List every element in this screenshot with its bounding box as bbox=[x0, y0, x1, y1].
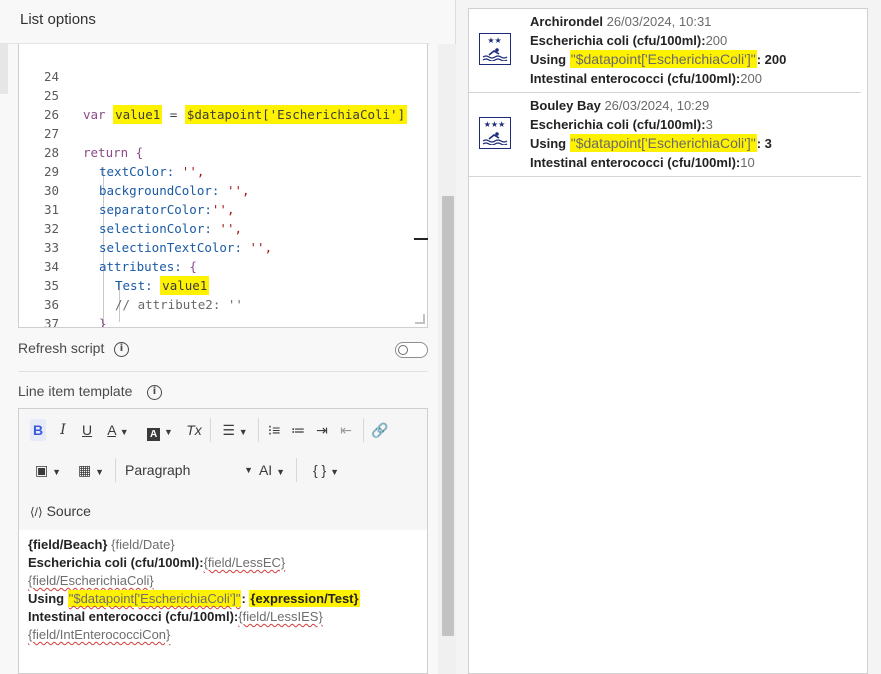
code-line[interactable]: 31 selectionColor: '', bbox=[19, 181, 427, 236]
background-color-button[interactable]: A ▼ bbox=[144, 419, 176, 441]
code-line[interactable]: 30 separatorColor:'', bbox=[19, 162, 427, 217]
paragraph-format-label: Paragraph bbox=[125, 462, 191, 478]
info-icon[interactable]: i bbox=[114, 342, 129, 357]
beach-rating-icon: ★★★ bbox=[479, 117, 511, 149]
align-button[interactable]: ☰ ▼ bbox=[218, 419, 252, 441]
source-icon: ⟨/⟩ bbox=[30, 505, 43, 519]
panel-header: List options bbox=[0, 0, 430, 44]
outdent-icon[interactable]: ⇤ bbox=[337, 419, 355, 441]
code-line[interactable]: 33 attributes: { bbox=[19, 219, 427, 274]
code-line[interactable]: 37 } bbox=[19, 295, 427, 327]
code-line[interactable]: 32 selectionTextColor: '', bbox=[19, 200, 427, 255]
insert-expression-button[interactable]: { } ▼ bbox=[306, 459, 346, 481]
beach-rating-icon: ★★ bbox=[479, 33, 511, 65]
align-left-icon: ☰ bbox=[222, 422, 235, 438]
underline-button[interactable]: U bbox=[80, 419, 94, 441]
code-line[interactable]: 35 // attribute2: '' bbox=[19, 257, 427, 312]
code-line[interactable]: 26 bbox=[19, 86, 427, 122]
chevron-down-icon: ▼ bbox=[238, 427, 248, 437]
chevron-down-icon: ▼ bbox=[52, 467, 62, 477]
chevron-down-icon: ▼ bbox=[276, 467, 286, 477]
code-line[interactable]: 27 return { bbox=[19, 105, 427, 160]
bold-button[interactable]: B bbox=[30, 419, 46, 441]
font-size-button[interactable]: AI ▼ bbox=[255, 459, 289, 481]
toolbar-separator bbox=[363, 418, 364, 442]
swimmer-icon bbox=[482, 132, 508, 145]
code-line[interactable]: 24 bbox=[19, 48, 427, 84]
beach-name: Archirondel bbox=[530, 14, 603, 29]
image-icon: ▣ bbox=[34, 462, 49, 478]
paragraph-format-select[interactable]: Paragraph ▼ bbox=[125, 459, 253, 481]
list-options-panel: List options 24 25 var value1 = $datapoi… bbox=[0, 0, 456, 674]
bulleted-list-icon[interactable]: ⁝≡ bbox=[265, 419, 283, 441]
highlight-icon: A bbox=[147, 428, 161, 441]
template-line: {field/IntEnterococciCon} bbox=[28, 627, 171, 642]
item-date: 26/03/2024, 10:29 bbox=[604, 98, 710, 113]
stars-icon: ★★★ bbox=[483, 120, 506, 129]
source-button[interactable]: ⟨/⟩ Source bbox=[30, 500, 98, 522]
panel-scrollbar-thumb[interactable] bbox=[442, 196, 454, 636]
code-line[interactable]: 28 textColor: '', bbox=[19, 124, 427, 179]
gutter-strip bbox=[0, 44, 8, 94]
template-line: Escherichia coli (cfu/100ml):{field/Less… bbox=[28, 555, 286, 570]
code-line[interactable]: 36 } bbox=[19, 276, 427, 327]
info-icon[interactable]: i bbox=[147, 385, 162, 400]
chevron-down-icon: ▼ bbox=[330, 467, 340, 477]
toggle-knob bbox=[398, 344, 408, 355]
code-line[interactable]: 29 backgroundColor: '', bbox=[19, 143, 427, 198]
stars-icon: ★★ bbox=[487, 36, 502, 45]
list-preview-panel: ★★ Archirondel 26/03/2024, 10:31 Escheri… bbox=[468, 8, 868, 674]
toolbar-separator bbox=[258, 418, 259, 442]
toolbar-separator bbox=[210, 418, 211, 442]
line-item-template-label: Line item template bbox=[18, 383, 133, 399]
chevron-down-icon: ▼ bbox=[244, 465, 253, 475]
divider bbox=[18, 371, 428, 372]
indent-icon[interactable]: ⇥ bbox=[313, 419, 331, 441]
script-code-editor[interactable]: 24 25 var value1 = $datapoint['Escherich… bbox=[18, 44, 428, 328]
list-item-text: Archirondel 26/03/2024, 10:31 Escherichi… bbox=[530, 14, 787, 86]
template-line: Using "$datapoint['EscherichiaColi']": {… bbox=[28, 590, 360, 607]
refresh-script-toggle[interactable] bbox=[395, 342, 428, 358]
line-number: 37 bbox=[43, 316, 59, 328]
template-line: Intestinal enterococci (cfu/100ml):{fiel… bbox=[28, 609, 323, 624]
list-item[interactable]: ★★★ Bouley Bay 26/03/2024, 10:29 Escheri… bbox=[469, 93, 861, 177]
font-color-label: A bbox=[107, 422, 116, 438]
overview-ruler-mark bbox=[414, 238, 428, 240]
beach-name: Bouley Bay bbox=[530, 98, 601, 113]
code-line[interactable]: 25 var value1 = $datapoint['EscherichiaC… bbox=[19, 67, 427, 124]
code-line[interactable]: 34 Test: value1 bbox=[19, 238, 427, 295]
swimmer-icon bbox=[482, 48, 508, 61]
link-icon[interactable]: 🔗 bbox=[370, 419, 390, 441]
refresh-script-label: Refresh script bbox=[18, 340, 105, 356]
list-item[interactable]: ★★ Archirondel 26/03/2024, 10:31 Escheri… bbox=[469, 9, 861, 93]
insert-image-button[interactable]: ▣ ▼ bbox=[30, 459, 66, 481]
rich-text-toolbar: B I U A ▼ A ▼ Tx ☰ ▼ ⁝≡ ≔ ⇥ ⇤ 🔗 ▣ ▼ ▦ ▼ … bbox=[18, 408, 428, 531]
italic-button[interactable]: I bbox=[56, 419, 70, 441]
chevron-down-icon: ▼ bbox=[95, 467, 105, 477]
toolbar-separator bbox=[296, 458, 297, 482]
panel-title: List options bbox=[20, 11, 96, 28]
template-line: {field/Beach} {field/Date} bbox=[28, 537, 175, 552]
clear-format-button[interactable]: Tx bbox=[184, 419, 204, 441]
list-item-text: Bouley Bay 26/03/2024, 10:29 Escherichia… bbox=[530, 98, 772, 170]
chevron-down-icon: ▼ bbox=[119, 427, 129, 437]
template-line: {field/EscherichiaColi} bbox=[28, 573, 154, 588]
braces-label: { } bbox=[312, 462, 327, 478]
item-date: 26/03/2024, 10:31 bbox=[606, 14, 712, 29]
resize-handle[interactable] bbox=[415, 314, 425, 324]
insert-table-button[interactable]: ▦ ▼ bbox=[73, 459, 109, 481]
chevron-down-icon: ▼ bbox=[163, 427, 173, 437]
table-icon: ▦ bbox=[77, 462, 92, 478]
template-editor-content[interactable]: {field/Beach} {field/Date} Escherichia c… bbox=[18, 530, 428, 674]
toolbar-separator bbox=[115, 458, 116, 482]
font-color-button[interactable]: A ▼ bbox=[104, 419, 132, 441]
font-size-label: AI bbox=[258, 462, 273, 478]
code-text: } bbox=[99, 316, 107, 328]
source-label: Source bbox=[46, 503, 91, 519]
numbered-list-icon[interactable]: ≔ bbox=[289, 419, 307, 441]
